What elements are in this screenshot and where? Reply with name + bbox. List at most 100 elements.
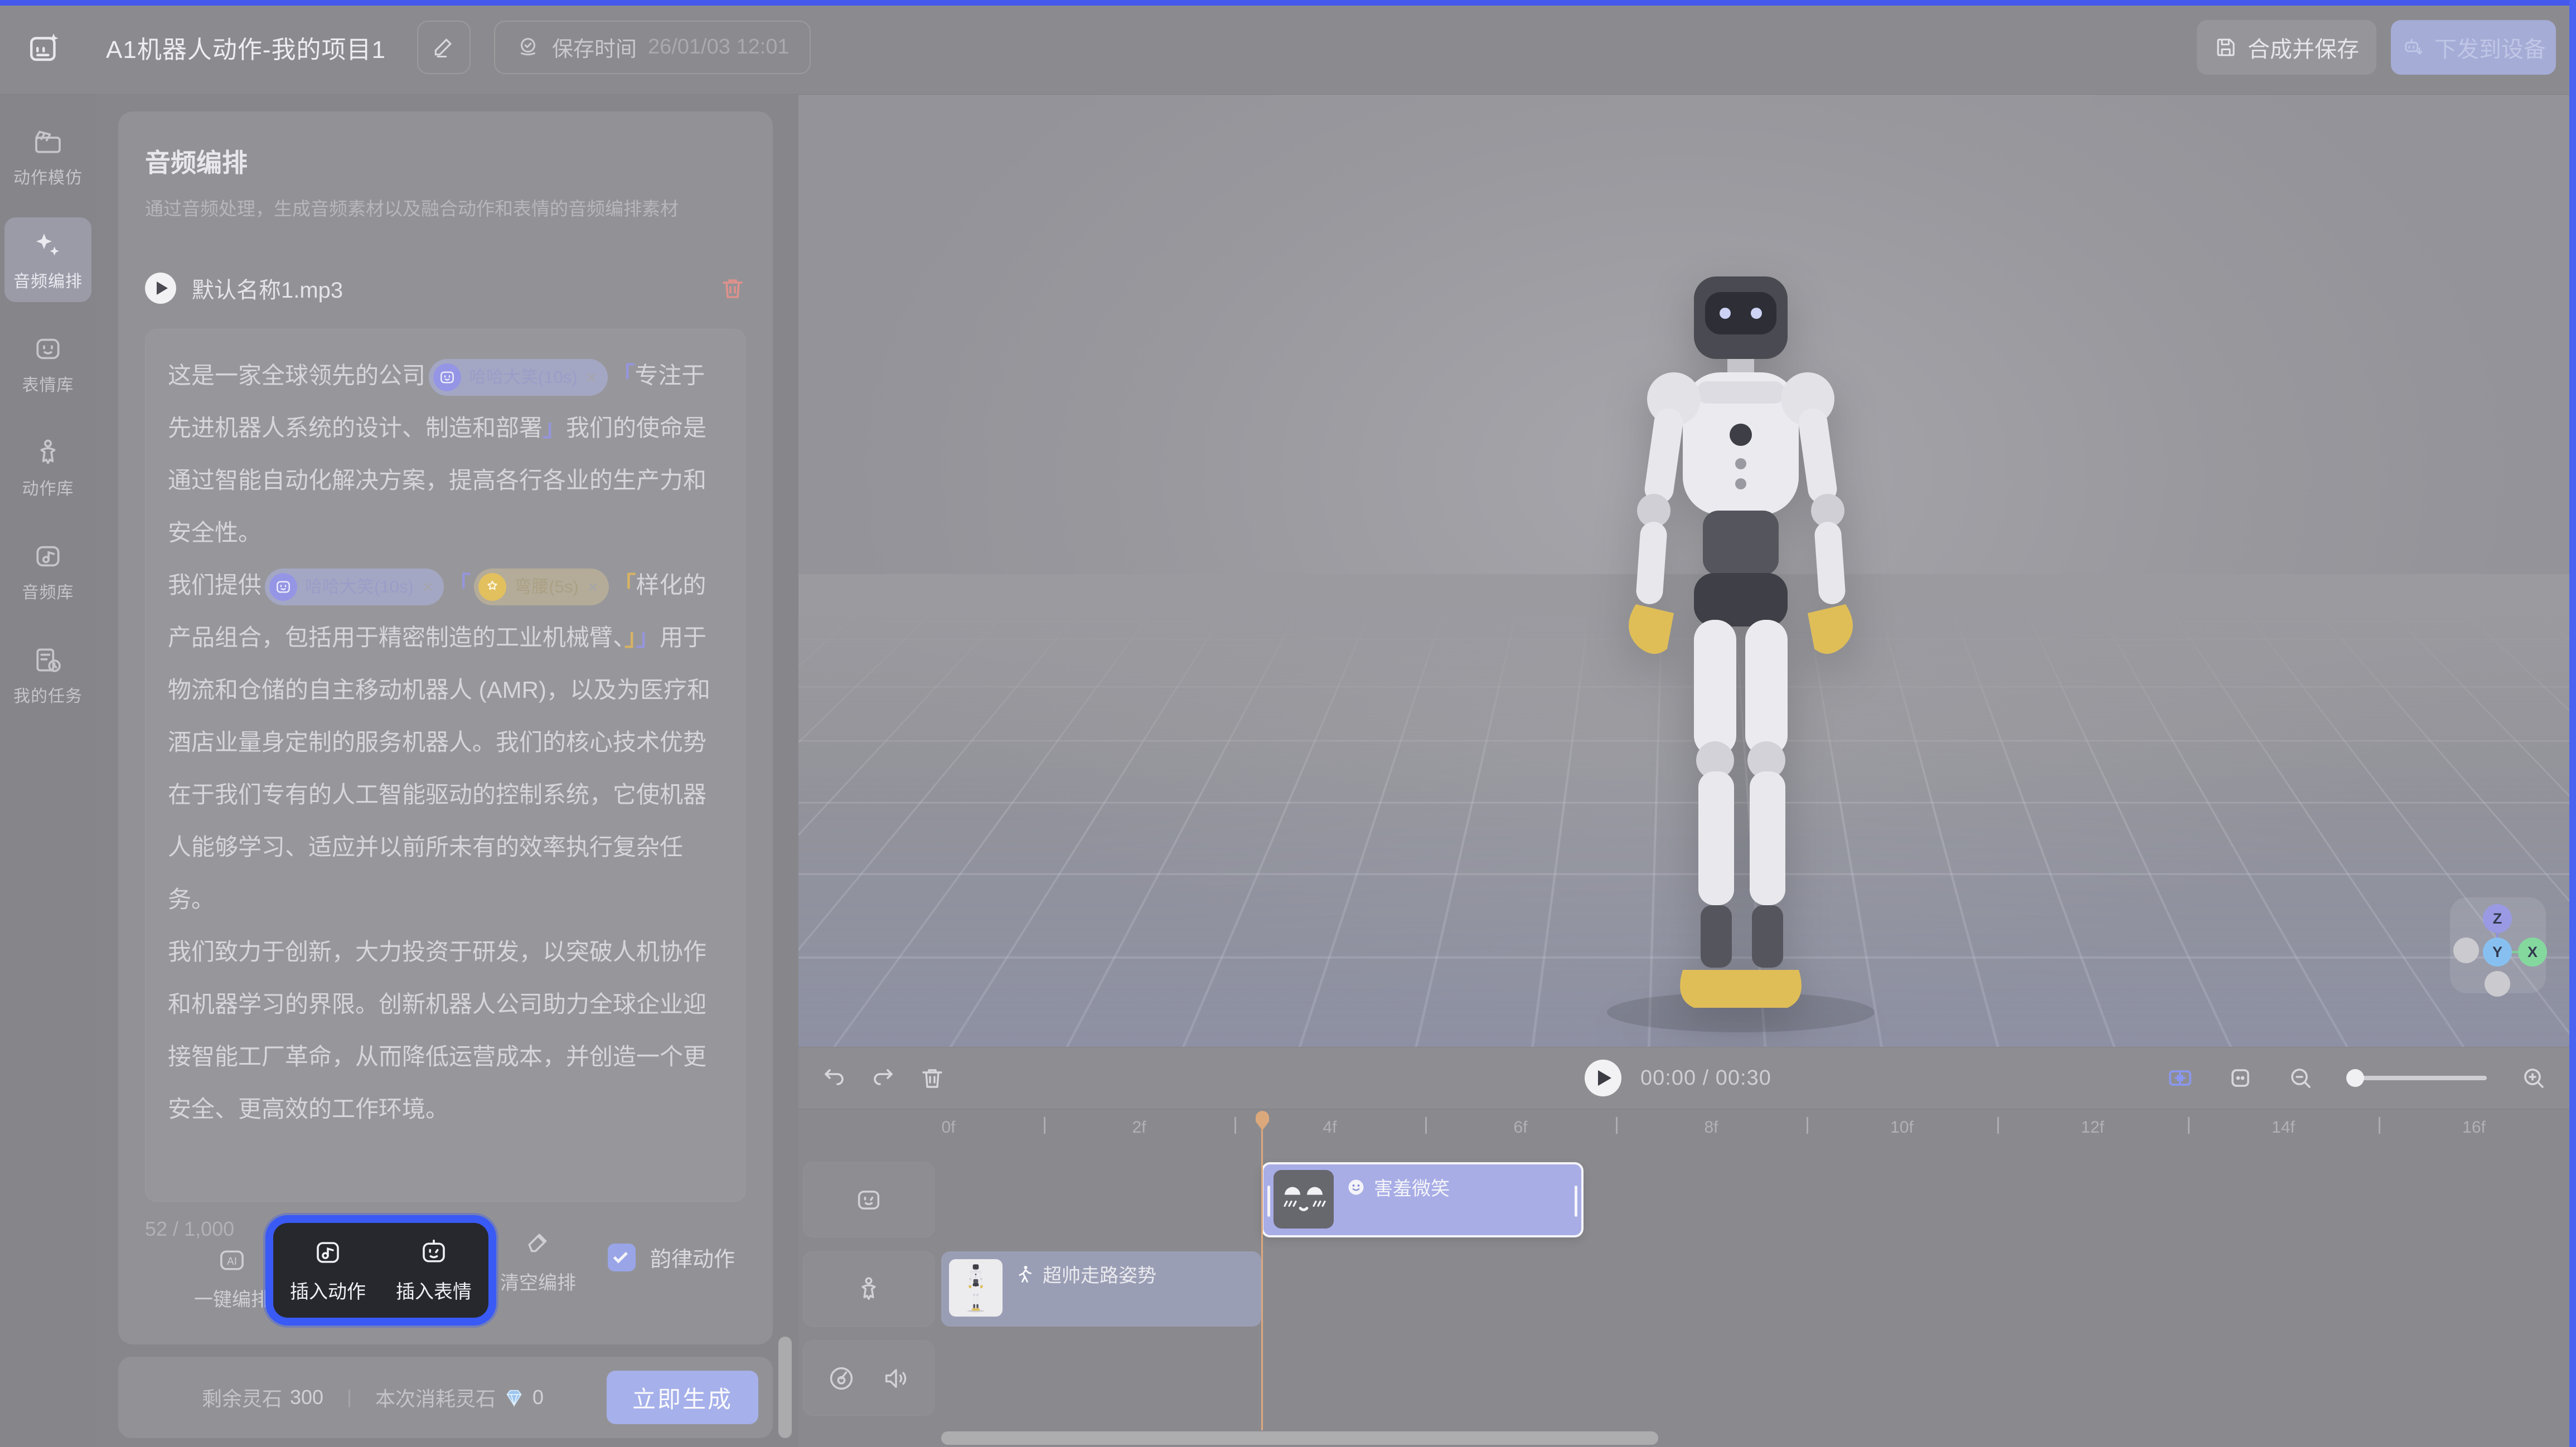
action-clip-title: 超帅走路姿势 [1015,1260,1156,1288]
sidebar-item-label: 音频库 [22,579,74,603]
gizmo-axis-y[interactable]: Y [2483,938,2512,967]
undo-button[interactable] [821,1065,848,1091]
action-clip[interactable]: 超帅走路姿势 [941,1251,1261,1327]
gizmo-neg-x[interactable] [2453,938,2479,963]
speaker-icon[interactable] [882,1364,911,1393]
playhead-handle[interactable] [1255,1110,1270,1133]
panel-scrollbar[interactable] [778,1337,792,1438]
delete-clip-button[interactable] [919,1065,946,1091]
cloud-check-icon [515,35,541,60]
action-clip-label: 超帅走路姿势 [1043,1260,1156,1288]
sparkle-icon [32,230,64,261]
generate-footer: 剩余灵石 300 | 本次消耗灵石 0 立即生成 [118,1357,773,1438]
ruler-tick [2188,1117,2190,1134]
sidebar-item-audio-lib[interactable]: 音频库 [4,528,91,613]
gizmo-axis-x[interactable]: X [2518,938,2547,967]
sidebar-item-audio-arrange[interactable]: 音频编排 [4,217,91,302]
rhythm-checkbox[interactable] [608,1244,636,1271]
timeline[interactable]: 0f2f4f6f8f10f12f14f16f 超帅走路姿势 [798,1109,2569,1447]
tag-remove-icon[interactable]: × [588,561,598,613]
tag-remove-icon[interactable]: × [423,561,433,613]
sidebar-item-my-tasks[interactable]: 我的任务 [4,632,91,717]
insert-expression-button[interactable]: 插入表情 [389,1237,478,1304]
expression-quote-open: 「 [447,572,471,598]
fit-view-button[interactable] [2227,1065,2254,1091]
expression-tag[interactable]: 哈哈大笑(10s)× [429,359,608,396]
action-track-header [803,1251,934,1327]
slider-knob[interactable] [2346,1069,2364,1087]
clip-trim-handle-left[interactable] [1267,1186,1270,1217]
expression-clip-title: 害羞微笑 [1346,1173,1450,1201]
zoom-out-button[interactable] [2287,1065,2314,1091]
delete-audio-button[interactable] [719,275,746,302]
pencil-icon [432,35,456,60]
merge-save-button[interactable]: 合成并保存 [2197,20,2376,75]
smile-face-icon [1346,1177,1366,1197]
audio-arrange-panel: 音频编排 通过音频处理，生成音频素材以及融合动作和表情的音频编排素材 默认名称1… [118,111,773,1344]
timeline-zoom-slider[interactable] [2347,1076,2487,1080]
clapper-icon [32,126,64,157]
sidebar-item-label: 我的任务 [13,682,83,707]
redo-button[interactable] [870,1065,897,1091]
clear-arrange-label: 清空编排 [500,1268,576,1295]
expression-track-icon [854,1186,883,1215]
clear-arrange-button[interactable]: 清空编排 [493,1229,583,1295]
tag-remove-icon[interactable]: × [587,351,597,404]
zoom-in-button[interactable] [2520,1065,2547,1091]
clip-trim-handle-right[interactable] [1575,1186,1577,1217]
ruler-tick [1997,1117,1999,1134]
action-tag-icon [478,573,506,601]
script-editor[interactable]: 这是一家全球领先的公司哈哈大笑(10s)×「专注于先进机器人系统的设计、制造和部… [145,329,746,1202]
ruler-label: 6f [1513,1118,1527,1137]
editor-toolbar: AI 一键编排 插入动作 插入表情 清空编排 韵律动作 [145,1226,746,1332]
generate-button[interactable]: 立即生成 [607,1371,758,1424]
check-icon [613,1249,628,1263]
expression-tag[interactable]: 哈哈大笑(10s)× [265,569,444,605]
rhythm-label: 韵律动作 [650,1242,735,1273]
one-key-arrange-label: 一键编排 [194,1284,270,1312]
axis-gizmo[interactable]: Z X Y [2450,897,2546,993]
transport: 00:00 / 00:30 [1585,1060,1771,1096]
action-tag[interactable]: 弯腰(5s)× [474,569,609,605]
ruler-label: 4f [1323,1118,1337,1137]
sidebar-item-action-lib[interactable]: 动作库 [4,425,91,509]
ruler-label: 14f [2272,1118,2295,1137]
one-key-arrange-button[interactable]: AI 一键编排 [187,1245,277,1312]
expression-clip-label: 害羞微笑 [1374,1173,1450,1201]
snap-toggle[interactable] [2167,1065,2194,1091]
timeline-scrollbar[interactable] [941,1431,1658,1445]
person-icon [32,437,64,468]
remaining-label: 剩余灵石 [202,1383,282,1412]
action-quote-close: 」 [624,624,636,650]
play-button[interactable] [1585,1060,1621,1096]
insert-action-button[interactable]: 插入动作 [283,1237,372,1304]
play-icon [157,281,168,295]
tutorial-spotlight: 插入动作 插入表情 [273,1223,488,1318]
expression-tag-icon [269,573,297,601]
audio-play-button[interactable] [145,273,176,304]
expression-tag-icon [433,363,461,391]
play-icon [1598,1070,1611,1086]
viewport-3d[interactable]: Z X Y [798,95,2569,1047]
footer-divider: | [347,1387,352,1409]
editor-text: 这是一家全球领先的公司 [168,362,425,389]
rhythm-toggle[interactable]: 韵律动作 [608,1242,735,1273]
topbar: A1机器人动作-我的项目1 保存时间 26/01/03 12:01 合成并保存 … [0,0,2576,95]
deploy-button[interactable]: 下发到设备 [2391,20,2556,75]
gizmo-neg-z[interactable] [2485,971,2510,997]
robot-download-icon [2401,36,2424,59]
playback-bar: 00:00 / 00:30 [798,1047,2569,1109]
sidebar-item-label: 动作模仿 [13,164,83,188]
editor-text: 我们的使命是通过智能自动化解决方案，提高各行各业的生产力和安全性。 我们提供 [168,415,706,598]
ruler-tick [2379,1117,2380,1134]
expression-quote-close: 」 [636,624,660,650]
ruler-tick [1807,1117,1808,1134]
insert-action-icon [313,1237,343,1268]
robot-model[interactable] [1529,256,1953,1047]
gizmo-axis-z[interactable]: Z [2483,904,2512,933]
sidebar-item-label: 动作库 [22,475,74,499]
expression-clip[interactable]: 害羞微笑 [1261,1162,1584,1237]
sidebar-item-motion-mimic[interactable]: 动作模仿 [4,114,91,198]
sidebar-item-expression-lib[interactable]: 表情库 [4,321,91,406]
rename-button[interactable] [417,21,471,74]
